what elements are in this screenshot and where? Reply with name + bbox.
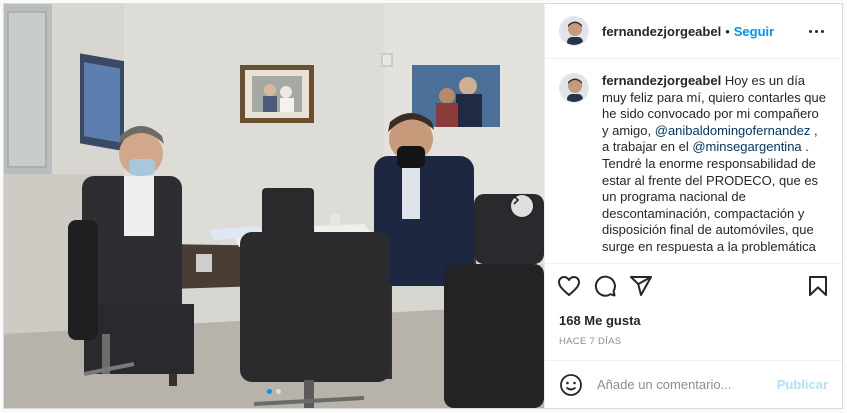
office-meeting-photo xyxy=(4,4,544,408)
paper-plane-icon xyxy=(630,275,652,296)
caption-username[interactable]: fernandezjorgeabel xyxy=(602,73,721,88)
heart-icon xyxy=(558,275,580,296)
carousel-indicator xyxy=(4,389,544,394)
profile-photo xyxy=(560,17,588,45)
bookmark-icon xyxy=(809,275,827,296)
avatar[interactable] xyxy=(559,16,589,46)
post-caption: fernandezjorgeabel Hoy es un día muy fel… xyxy=(602,73,826,263)
comment-icon xyxy=(594,275,616,297)
more-options-button[interactable] xyxy=(805,26,828,37)
mention-link[interactable]: @minsegargentina xyxy=(692,139,801,154)
follow-button[interactable]: Seguir xyxy=(734,24,774,39)
caption-area: fernandezjorgeabel Hoy es un día muy fel… xyxy=(545,59,842,263)
avatar[interactable] xyxy=(559,73,589,103)
post-header: fernandezjorgeabel • Seguir xyxy=(545,4,842,59)
carousel-dot xyxy=(267,389,272,394)
comment-input[interactable] xyxy=(597,377,777,392)
post-timestamp[interactable]: HACE 7 DÍAS xyxy=(545,328,842,347)
emoji-button[interactable] xyxy=(559,373,583,397)
share-button[interactable] xyxy=(629,274,653,298)
chevron-right-icon xyxy=(513,195,520,205)
save-button[interactable] xyxy=(806,274,830,298)
profile-photo xyxy=(560,74,588,102)
carousel-next-button[interactable] xyxy=(511,195,533,217)
add-comment-bar: Publicar xyxy=(545,360,842,408)
caption-text: . Tendré la enorme responsabilidad de es… xyxy=(602,139,819,254)
smiley-icon xyxy=(560,373,582,396)
post-side-panel: fernandezjorgeabel • Seguir fernandezjor… xyxy=(544,4,842,408)
publish-button[interactable]: Publicar xyxy=(777,377,828,392)
header-separator: • xyxy=(725,23,730,39)
username-link[interactable]: fernandezjorgeabel xyxy=(602,24,721,39)
post-photo[interactable] xyxy=(4,4,544,408)
comment-button[interactable] xyxy=(593,274,617,298)
action-bar xyxy=(545,263,842,307)
carousel-dot xyxy=(276,389,281,394)
like-button[interactable] xyxy=(557,274,581,298)
mention-link[interactable]: @anibaldomingofernandez xyxy=(655,123,811,138)
likes-count[interactable]: 168 Me gusta xyxy=(545,307,842,328)
instagram-post: fernandezjorgeabel • Seguir fernandezjor… xyxy=(3,3,843,409)
more-dots-icon xyxy=(809,29,812,33)
